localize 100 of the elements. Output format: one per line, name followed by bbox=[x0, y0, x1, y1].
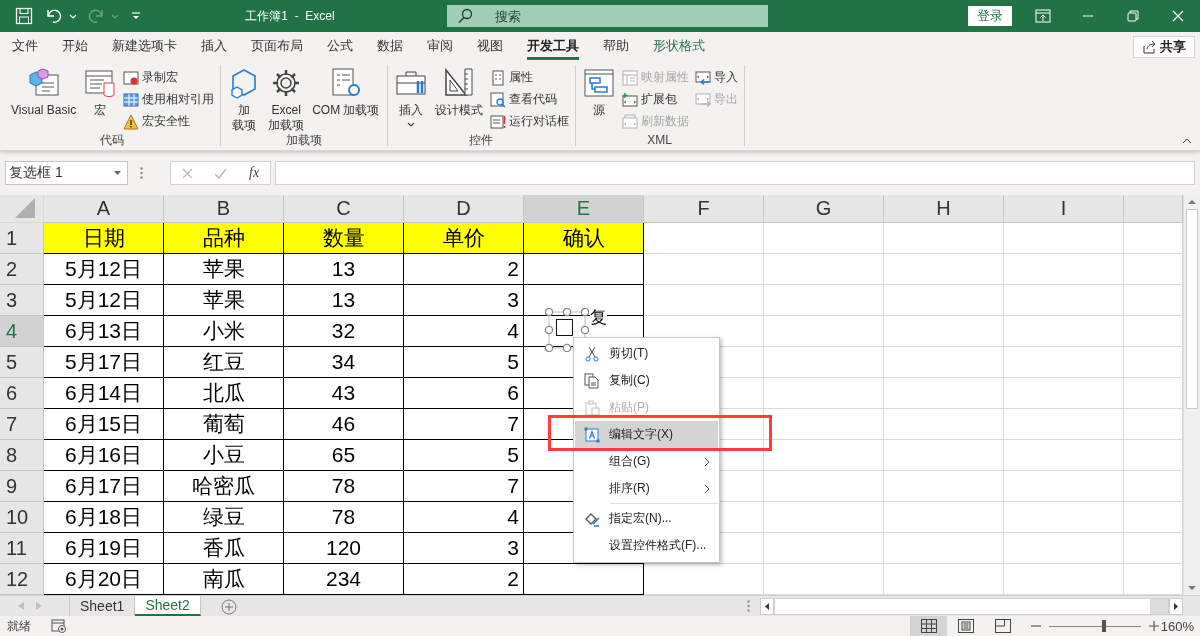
save-icon[interactable] bbox=[15, 7, 33, 25]
row-header[interactable]: 6 bbox=[0, 378, 44, 409]
column-header[interactable]: C bbox=[284, 195, 404, 223]
zoom-in-icon[interactable] bbox=[1149, 621, 1159, 631]
ribbon-tab[interactable]: 公式 bbox=[327, 32, 353, 60]
scroll-left-icon[interactable] bbox=[760, 597, 774, 615]
ribbon-tab[interactable]: 开始 bbox=[62, 32, 88, 60]
ribbon-button[interactable]: Excel 加载项 bbox=[265, 65, 308, 132]
ribbon-button[interactable]: 加 载项 bbox=[225, 65, 264, 132]
ribbon-display-icon[interactable] bbox=[1034, 9, 1051, 23]
table-cell: 7 bbox=[404, 471, 524, 502]
ribbon-button[interactable]: 设计模式 bbox=[431, 65, 486, 132]
table-cell: 4 bbox=[404, 316, 524, 347]
ribbon-tab[interactable]: 新建选项卡 bbox=[112, 32, 177, 60]
column-header[interactable]: G bbox=[764, 195, 884, 223]
ribbon-tab[interactable]: 文件 bbox=[12, 32, 38, 60]
table-cell: 65 bbox=[284, 440, 404, 471]
ruler-triangle-icon bbox=[442, 67, 475, 99]
menu-item[interactable]: 指定宏(N)... bbox=[575, 505, 718, 532]
row-header[interactable]: 1 bbox=[0, 223, 44, 254]
sign-in-button[interactable]: 登录 bbox=[968, 6, 1012, 26]
table-cell: 32 bbox=[284, 316, 404, 347]
scroll-up-icon[interactable] bbox=[1188, 199, 1196, 204]
menu-item[interactable]: 剪切(T) bbox=[575, 340, 718, 367]
table-cell: 5月12日 bbox=[44, 254, 164, 285]
column-header[interactable]: E bbox=[524, 195, 644, 223]
row-header[interactable]: 7 bbox=[0, 409, 44, 440]
formula-field[interactable] bbox=[275, 161, 1195, 185]
column-header[interactable]: B bbox=[164, 195, 284, 223]
scrollbar-thumb[interactable] bbox=[775, 598, 1150, 614]
customize-toolbar-icon[interactable] bbox=[131, 11, 141, 21]
table-cell: 苹果 bbox=[164, 285, 284, 316]
row-header[interactable]: 12 bbox=[0, 564, 44, 595]
ribbon-tab[interactable]: 插入 bbox=[201, 32, 227, 60]
table-cell: 34 bbox=[284, 347, 404, 378]
ribbon-tab[interactable]: 数据 bbox=[377, 32, 403, 60]
insert-function-button[interactable]: fx bbox=[249, 165, 260, 181]
checkbox[interactable] bbox=[556, 319, 573, 336]
menu-item[interactable]: 排序(R) bbox=[575, 475, 718, 502]
restore-icon[interactable] bbox=[1126, 10, 1139, 22]
table-cell: 香瓜 bbox=[164, 533, 284, 564]
sheet-tab[interactable]: Sheet2 bbox=[135, 596, 201, 616]
close-icon[interactable] bbox=[1171, 10, 1184, 22]
ribbon-button[interactable]: 查看代码 bbox=[487, 89, 571, 110]
scroll-right-icon[interactable] bbox=[1169, 597, 1183, 615]
column-header[interactable]: I bbox=[1004, 195, 1124, 223]
menu-item[interactable]: 编辑文字(X) bbox=[575, 421, 718, 448]
ribbon-button[interactable]: 宏 bbox=[81, 65, 120, 132]
ribbon-button[interactable]: 插入 bbox=[391, 65, 430, 132]
properties-icon bbox=[489, 69, 506, 86]
menu-item[interactable]: 组合(G) bbox=[575, 448, 718, 475]
ribbon-button[interactable]: 运行对话框 bbox=[487, 111, 571, 132]
row-header[interactable]: 11 bbox=[0, 533, 44, 564]
ribbon-button[interactable]: Visual Basic bbox=[8, 65, 80, 132]
row-header[interactable]: 8 bbox=[0, 440, 44, 471]
collapse-ribbon-icon[interactable] bbox=[1182, 138, 1192, 144]
row-header[interactable]: 4 bbox=[0, 316, 44, 347]
macro-record-icon[interactable] bbox=[51, 619, 67, 633]
row-header[interactable]: 10 bbox=[0, 502, 44, 533]
table-cell: 红豆 bbox=[164, 347, 284, 378]
ribbon-button[interactable]: COM 加载项 bbox=[309, 65, 383, 132]
ribbon-tab[interactable]: 审阅 bbox=[427, 32, 453, 60]
slider-thumb[interactable] bbox=[1102, 620, 1107, 632]
table-cell: 品种 bbox=[164, 223, 284, 254]
normal-view-icon bbox=[920, 619, 937, 633]
column-header[interactable]: F bbox=[644, 195, 764, 223]
scroll-down-icon[interactable] bbox=[1188, 586, 1196, 591]
row-header[interactable]: 2 bbox=[0, 254, 44, 285]
scrollbar-thumb[interactable] bbox=[1186, 209, 1198, 409]
row-header[interactable]: 9 bbox=[0, 471, 44, 502]
group-label: 代码 bbox=[99, 132, 126, 148]
ribbon-button[interactable]: 录制宏 bbox=[121, 67, 217, 88]
undo-icon[interactable] bbox=[45, 7, 63, 25]
ribbon-button[interactable]: 源 bbox=[579, 65, 618, 132]
ribbon-tab[interactable]: 帮助 bbox=[603, 32, 629, 60]
ribbon-tab[interactable]: 视图 bbox=[477, 32, 503, 60]
ribbon-button[interactable]: 扩展包 bbox=[619, 89, 691, 110]
ribbon-button[interactable]: 使用相对引用 bbox=[121, 89, 217, 110]
column-header[interactable]: H bbox=[884, 195, 1004, 223]
table-cell: 葡萄 bbox=[164, 409, 284, 440]
expansion-pack-icon bbox=[621, 91, 638, 108]
search-field[interactable]: 搜索 bbox=[447, 5, 768, 27]
view-button[interactable] bbox=[910, 616, 947, 636]
ribbon-button[interactable]: 宏安全性 bbox=[121, 111, 217, 132]
ribbon-tab[interactable]: 页面布局 bbox=[251, 32, 303, 60]
share-button[interactable]: 共享 bbox=[1133, 36, 1195, 58]
name-box[interactable]: 复选框 1 bbox=[5, 161, 128, 185]
ribbon-button[interactable]: 属性 bbox=[487, 67, 571, 88]
ribbon-button[interactable]: 导入 bbox=[692, 67, 740, 88]
ribbon-tab[interactable]: 形状格式 bbox=[653, 32, 705, 60]
splitter-handle-icon[interactable] bbox=[140, 167, 143, 179]
add-sheet-icon[interactable] bbox=[220, 599, 237, 615]
row-header[interactable]: 3 bbox=[0, 285, 44, 316]
column-header[interactable]: D bbox=[404, 195, 524, 223]
splitter-handle-icon[interactable] bbox=[747, 600, 750, 612]
row-header[interactable]: 5 bbox=[0, 347, 44, 378]
menu-item[interactable]: 复制(C) bbox=[575, 367, 718, 394]
column-header[interactable]: A bbox=[44, 195, 164, 223]
menu-item[interactable]: 设置控件格式(F)... bbox=[575, 532, 718, 559]
map-properties-icon bbox=[621, 69, 638, 86]
